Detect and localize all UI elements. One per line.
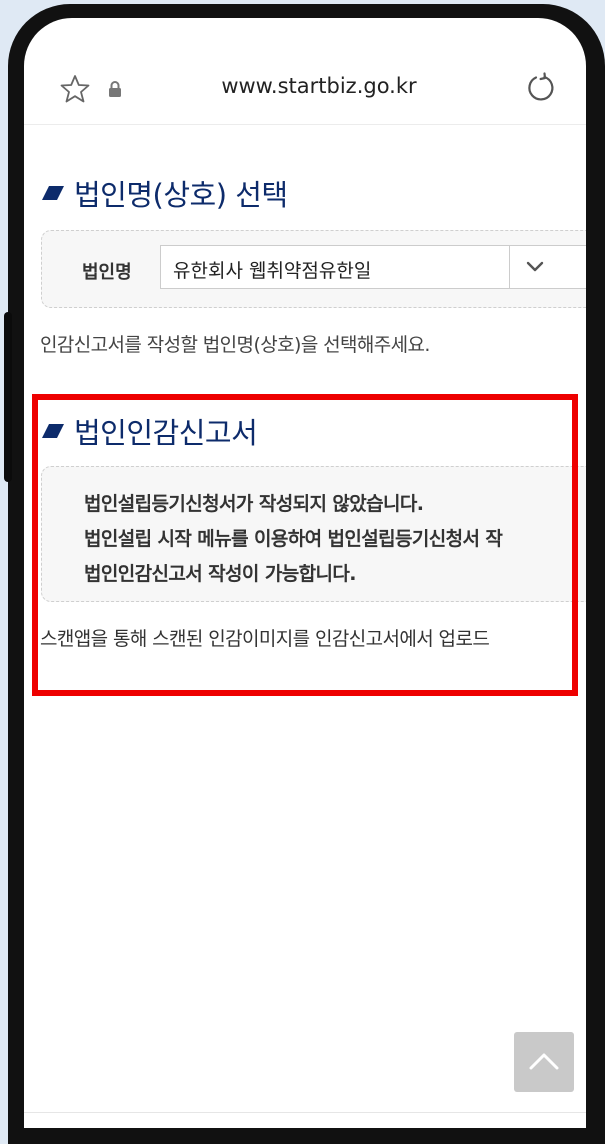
address-bar: www.startbiz.go.kr [24, 18, 586, 125]
reload-icon[interactable] [524, 72, 556, 104]
url-text[interactable]: www.startbiz.go.kr [174, 74, 464, 98]
star-icon[interactable] [60, 74, 90, 104]
corporate-name-select-panel: 법인명 유한회사 웹취약점유한일 [41, 230, 586, 308]
scroll-top-button[interactable] [514, 1032, 574, 1092]
section-title-corporate-name: 법인명(상호) 선택 [74, 178, 288, 212]
title-mark-icon [42, 186, 64, 200]
select-divider [509, 246, 510, 288]
corporate-name-select[interactable]: 유한회사 웹취약점유한일 [160, 245, 586, 289]
highlight-box [32, 394, 578, 696]
lock-icon [109, 81, 121, 97]
bottom-divider [24, 1112, 586, 1113]
chevron-down-icon[interactable] [525, 258, 545, 276]
help-text: 인감신고서를 작성할 법인명(상호)을 선택해주세요. [40, 334, 430, 356]
select-value: 유한회사 웹취약점유한일 [173, 260, 372, 282]
scroll-top-icon [529, 1053, 559, 1070]
phone-side-button [4, 312, 12, 482]
select-label: 법인명 [82, 262, 132, 283]
